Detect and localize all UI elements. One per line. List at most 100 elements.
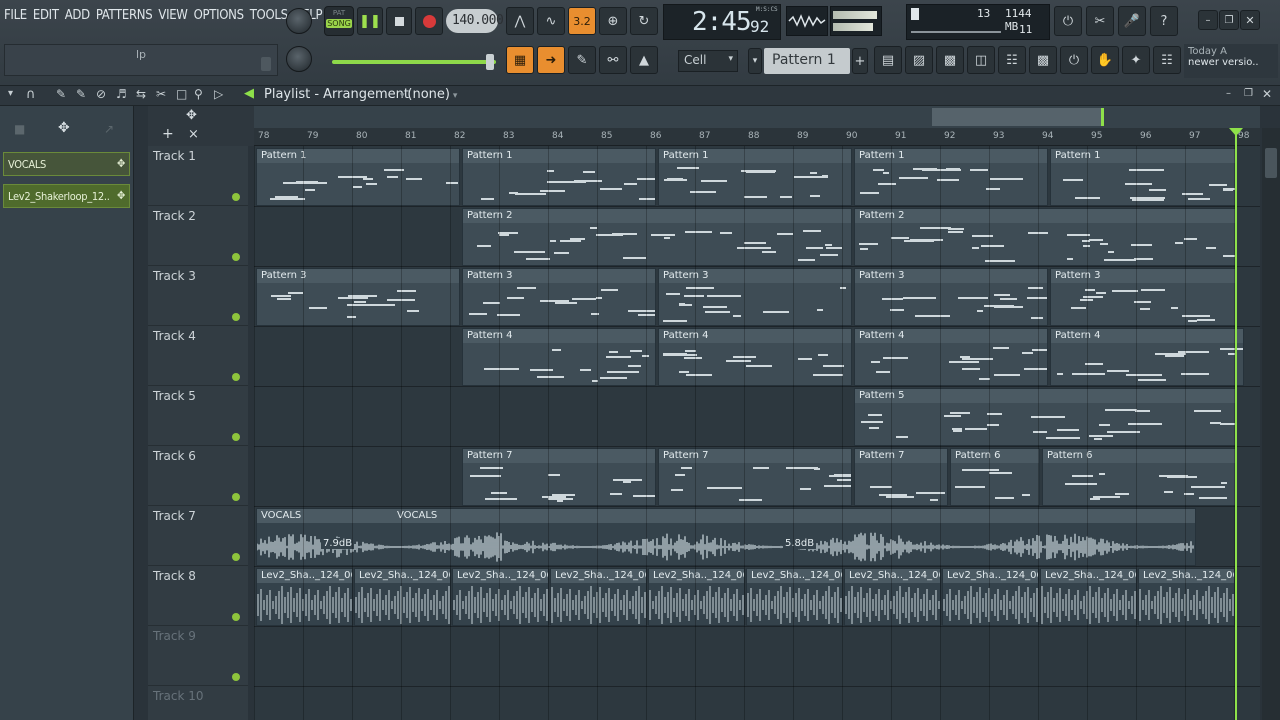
audio-clip-shaker[interactable]: Lev2_Sha.._124_06	[452, 568, 549, 626]
bar-ruler[interactable]: 78 79 80 81 82 83 84 85 86 87 88 89 90 91 92 93 94 95 96 97…	[254, 128, 1260, 146]
metronome-button[interactable]: ⋀	[506, 7, 534, 35]
pattern-selector[interactable]: Pattern 1	[764, 48, 850, 74]
scroll-thumb[interactable]	[1265, 148, 1277, 178]
pattern-clip[interactable]: Pattern 4	[658, 328, 852, 386]
track-mute-led[interactable]	[232, 553, 240, 561]
arrangement-select[interactable]: ▾ (none) ▾	[400, 87, 457, 102]
project-button[interactable]: ▩	[1029, 46, 1057, 74]
playlist-minimize-icon[interactable]: –	[1226, 88, 1231, 99]
pattern-clip[interactable]: Pattern 3	[658, 268, 852, 326]
pattern-clip[interactable]: Pattern 1	[1050, 148, 1236, 206]
master-volume-slider[interactable]	[332, 54, 496, 70]
pattern-clip[interactable]: Pattern 2	[462, 208, 852, 266]
track-mute-led[interactable]	[232, 313, 240, 321]
audio-clip-shaker[interactable]: Lev2_Sha.._124_06	[942, 568, 1039, 626]
track-header[interactable]: Track 8	[148, 566, 248, 626]
time-display[interactable]: 2:45 92 M:S:CS	[663, 4, 781, 40]
stamp-button[interactable]: ▲	[630, 46, 658, 74]
slice-tool-icon[interactable]: ✂	[156, 87, 166, 101]
track-mute-led[interactable]	[232, 613, 240, 621]
playlist-button[interactable]: ▤	[874, 46, 902, 74]
playlist-grid[interactable]: Pattern 1 Pattern 1 Pattern 1 Pattern 1 …	[254, 146, 1260, 720]
track-mute-led[interactable]	[232, 673, 240, 681]
vertical-scrollbar[interactable]	[1262, 128, 1280, 720]
track-mute-led[interactable]	[232, 193, 240, 201]
pattern-clip[interactable]: Pattern 1	[854, 148, 1048, 206]
track-mute-led[interactable]	[232, 433, 240, 441]
track-header[interactable]: Track 1	[148, 146, 248, 206]
slip-tool-icon[interactable]: ⇆	[136, 87, 146, 101]
track-header[interactable]: Track 10	[148, 686, 248, 720]
playlist-overview[interactable]	[254, 106, 1260, 128]
slide-mode-button[interactable]: ➜	[537, 46, 565, 74]
pattern-clip[interactable]: Pattern 1	[256, 148, 460, 206]
playback-tool-icon[interactable]: ▷	[214, 87, 223, 101]
audio-clip-shaker[interactable]: Lev2_Sha.._124_06	[1040, 568, 1137, 626]
track-header[interactable]: Track 9	[148, 626, 248, 686]
touch-controller-button[interactable]: ✋	[1091, 46, 1119, 74]
add-marker-icon[interactable]: +	[162, 126, 174, 142]
pattern-clip[interactable]: Pattern 6	[950, 448, 1040, 506]
minimize-button[interactable]: –	[1198, 10, 1218, 30]
picker-item-shakerloop[interactable]: Lev2_Shakerloop_12.. ✥	[3, 184, 130, 208]
cut-tool-button[interactable]: ✂	[1086, 6, 1114, 36]
record-button[interactable]	[415, 7, 443, 35]
magnet-icon[interactable]: ∩	[26, 87, 36, 102]
help-button[interactable]: ?	[1150, 6, 1178, 36]
menu-options[interactable]: OPTIONS	[194, 8, 244, 23]
audio-clip-vocals[interactable]: VOCALS VOCALS 7.9dB 5.8dB	[256, 508, 1196, 566]
step-edit-button[interactable]: ⊕	[599, 7, 627, 35]
track-header[interactable]: Track 4	[148, 326, 248, 386]
audio-clip-shaker[interactable]: Lev2_Sha.._124_06	[256, 568, 353, 626]
select-tool-icon[interactable]: □	[176, 87, 187, 101]
playlist-maximize-icon[interactable]: ❐	[1244, 88, 1253, 99]
pattern-clip[interactable]: Pattern 1	[658, 148, 852, 206]
panic-button[interactable]: ⏻	[1054, 6, 1082, 36]
restore-button[interactable]: ❐	[1219, 10, 1239, 30]
countdown-button[interactable]: 3.2	[568, 7, 596, 35]
track-header[interactable]: Track 3	[148, 266, 248, 326]
track-mute-led[interactable]	[232, 253, 240, 261]
pat-song-switch[interactable]: PAT SONG	[324, 6, 354, 36]
track-mute-led[interactable]	[232, 493, 240, 501]
audio-clip-shaker[interactable]: Lev2_Sha.._124_06	[648, 568, 745, 626]
pattern-clip[interactable]: Pattern 5	[854, 388, 1236, 446]
menu-edit[interactable]: EDIT	[33, 8, 59, 23]
browser-button[interactable]: ☷	[998, 46, 1026, 74]
pattern-clip[interactable]: Pattern 4	[462, 328, 656, 386]
pencil-tool-icon[interactable]: ✎	[56, 87, 66, 101]
blend-notes-button[interactable]: ↻	[630, 7, 658, 35]
playhead[interactable]	[1229, 128, 1243, 720]
track-header[interactable]: Track 5	[148, 386, 248, 446]
tempo-display[interactable]: 140.000	[446, 9, 504, 33]
pattern-clip[interactable]: Pattern 1	[462, 148, 656, 206]
track-header[interactable]: Track 6	[148, 446, 248, 506]
menu-tools[interactable]: TOOLS	[250, 8, 288, 23]
wait-for-input-button[interactable]: ∿	[537, 7, 565, 35]
pencil-tool-button[interactable]: ✎	[568, 46, 596, 74]
pattern-clip[interactable]: Pattern 3	[256, 268, 460, 326]
pattern-menu-button[interactable]: ▾	[748, 48, 762, 74]
menu-view[interactable]: VIEW	[158, 8, 188, 23]
picker-icon-1[interactable]: ■	[14, 122, 25, 136]
stop-button[interactable]	[386, 7, 412, 35]
pattern-clip[interactable]: Pattern 7	[462, 448, 656, 506]
pattern-clip[interactable]: Pattern 2	[854, 208, 1236, 266]
pattern-clip[interactable]: Pattern 7	[854, 448, 948, 506]
picker-item-vocals[interactable]: VOCALS ✥	[3, 152, 130, 176]
paint-tool-icon[interactable]: ✎	[76, 87, 86, 101]
snap-select[interactable]: Cell ▾	[678, 50, 738, 72]
pattern-clip[interactable]: Pattern 3	[854, 268, 1048, 326]
audio-clip-shaker[interactable]: Lev2_Sha.._124_06	[550, 568, 647, 626]
link-button[interactable]: ⚯	[599, 46, 627, 74]
pattern-clip[interactable]: Pattern 7	[658, 448, 852, 506]
pattern-clip[interactable]: Pattern 4	[854, 328, 1048, 386]
track-mute-led[interactable]	[232, 373, 240, 381]
shop-button[interactable]: ☷	[1153, 46, 1181, 74]
pattern-clip[interactable]: Pattern 3	[462, 268, 656, 326]
track-header[interactable]: Track 7	[148, 506, 248, 566]
mixer-button[interactable]: ◫	[967, 46, 995, 74]
picker-waveform-icon[interactable]: ✥	[58, 120, 70, 136]
close-button[interactable]: ✕	[1240, 10, 1260, 30]
plugin-picker-button[interactable]: ⏻	[1060, 46, 1088, 74]
